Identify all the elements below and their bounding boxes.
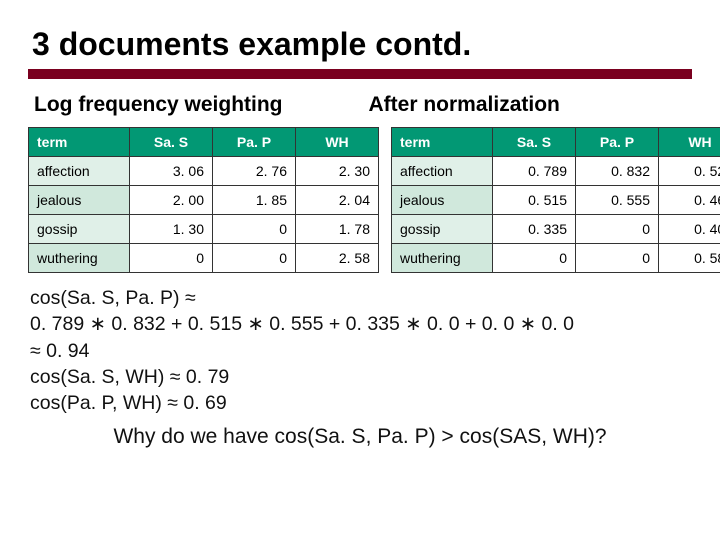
math-line: 0. 789 ∗ 0. 832 + 0. 515 ∗ 0. 555 + 0. 3… — [30, 311, 690, 337]
closing-question: Why do we have cos(Sa. S, Pa. P) > cos(S… — [28, 425, 692, 449]
cell-term: gossip — [392, 215, 493, 244]
cell-val: 0 — [213, 244, 296, 273]
cell-val: 2. 04 — [296, 186, 379, 215]
cell-term: wuthering — [29, 244, 130, 273]
cell-term: affection — [392, 157, 493, 186]
table-header-row: term Sa. S Pa. P WH — [29, 128, 379, 157]
cell-val: 2. 58 — [296, 244, 379, 273]
table-row: gossip 0. 335 0 0. 405 — [392, 215, 720, 244]
math-line: cos(Sa. S, Pa. P) ≈ — [30, 285, 690, 311]
cell-val: 0. 405 — [659, 215, 720, 244]
cell-val: 0. 524 — [659, 157, 720, 186]
table-row: wuthering 0 0 0. 588 — [392, 244, 720, 273]
table-row: affection 3. 06 2. 76 2. 30 — [29, 157, 379, 186]
cell-val: 1. 85 — [213, 186, 296, 215]
table-row: jealous 0. 515 0. 555 0. 465 — [392, 186, 720, 215]
table-log-freq: term Sa. S Pa. P WH affection 3. 06 2. 7… — [28, 127, 379, 273]
subtitle-left: Log frequency weighting — [34, 93, 283, 117]
cell-val: 0 — [130, 244, 213, 273]
cell-val: 0. 555 — [576, 186, 659, 215]
cell-term: wuthering — [392, 244, 493, 273]
cell-val: 0. 832 — [576, 157, 659, 186]
cell-val: 0. 588 — [659, 244, 720, 273]
cell-val: 0 — [576, 215, 659, 244]
table-row: affection 0. 789 0. 832 0. 524 — [392, 157, 720, 186]
table-row: wuthering 0 0 2. 58 — [29, 244, 379, 273]
subtitles-row: Log frequency weighting After normalizat… — [34, 93, 692, 117]
cell-term: affection — [29, 157, 130, 186]
cell-term: gossip — [29, 215, 130, 244]
subtitle-right: After normalization — [369, 93, 560, 117]
table-normalized: term Sa. S Pa. P WH affection 0. 789 0. … — [391, 127, 720, 273]
cell-val: 3. 06 — [130, 157, 213, 186]
math-line: cos(Sa. S, WH) ≈ 0. 79 — [30, 364, 690, 390]
cell-val: 0. 515 — [493, 186, 576, 215]
slide-title: 3 documents example contd. — [32, 26, 692, 63]
cell-val: 0. 335 — [493, 215, 576, 244]
col-header-pap: Pa. P — [213, 128, 296, 157]
table-header-row: term Sa. S Pa. P WH — [392, 128, 720, 157]
cell-term: jealous — [392, 186, 493, 215]
col-header-wh: WH — [296, 128, 379, 157]
col-header-term: term — [29, 128, 130, 157]
col-header-pap: Pa. P — [576, 128, 659, 157]
cell-val: 0 — [576, 244, 659, 273]
table-row: gossip 1. 30 0 1. 78 — [29, 215, 379, 244]
col-header-term: term — [392, 128, 493, 157]
math-line: ≈ 0. 94 — [30, 338, 690, 364]
cell-val: 0 — [213, 215, 296, 244]
col-header-sas: Sa. S — [130, 128, 213, 157]
cell-term: jealous — [29, 186, 130, 215]
cosine-computation: cos(Sa. S, Pa. P) ≈ 0. 789 ∗ 0. 832 + 0.… — [30, 285, 690, 417]
cell-val: 2. 30 — [296, 157, 379, 186]
tables-row: term Sa. S Pa. P WH affection 3. 06 2. 7… — [28, 127, 692, 273]
col-header-wh: WH — [659, 128, 720, 157]
table-row: jealous 2. 00 1. 85 2. 04 — [29, 186, 379, 215]
cell-val: 2. 76 — [213, 157, 296, 186]
title-divider — [28, 69, 692, 79]
cell-val: 1. 30 — [130, 215, 213, 244]
cell-val: 1. 78 — [296, 215, 379, 244]
cell-val: 2. 00 — [130, 186, 213, 215]
col-header-sas: Sa. S — [493, 128, 576, 157]
cell-val: 0. 465 — [659, 186, 720, 215]
cell-val: 0. 789 — [493, 157, 576, 186]
cell-val: 0 — [493, 244, 576, 273]
slide: 3 documents example contd. Log frequency… — [0, 0, 720, 540]
math-line: cos(Pa. P, WH) ≈ 0. 69 — [30, 390, 690, 416]
